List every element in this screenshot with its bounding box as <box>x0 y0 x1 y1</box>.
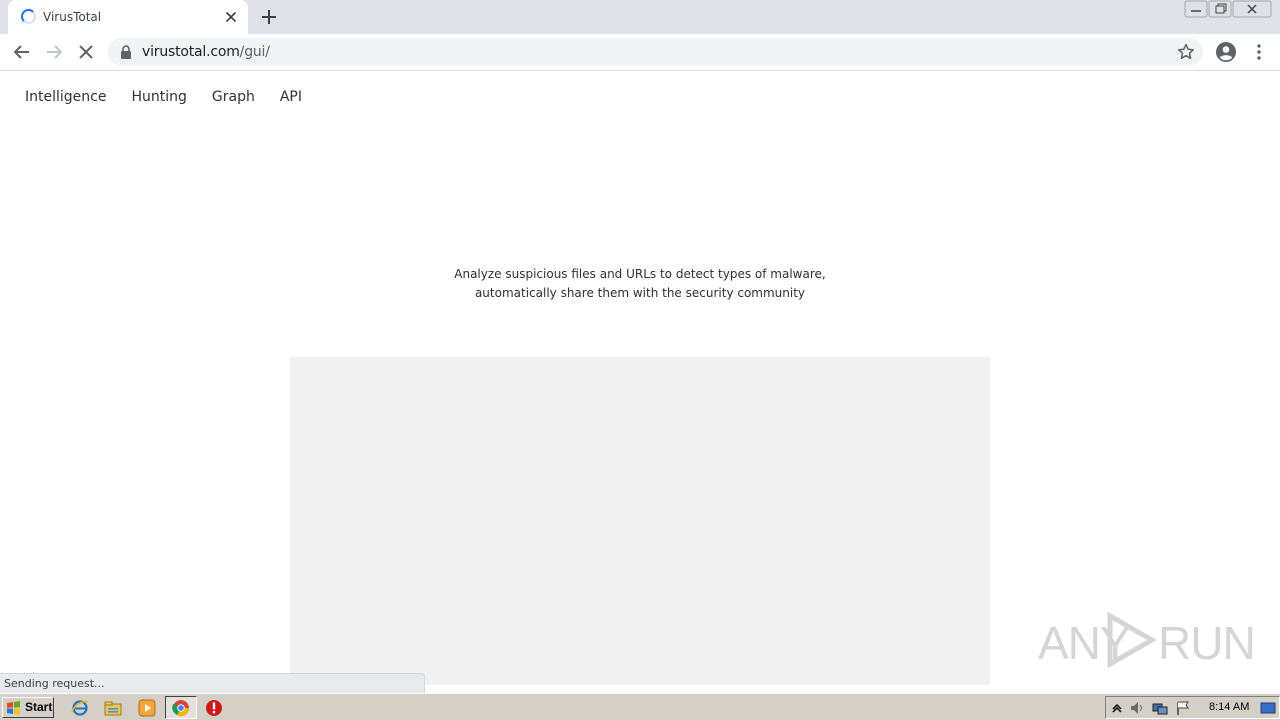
minimize-icon[interactable] <box>1184 0 1208 18</box>
url-host: virustotal.com <box>142 44 240 60</box>
show-desktop-icon[interactable] <box>1260 700 1276 716</box>
forward-arrow-icon[interactable] <box>42 40 66 64</box>
nav-hunting[interactable]: Hunting <box>131 89 186 105</box>
system-tray: 8:14 AM <box>1105 696 1280 719</box>
taskbar-chrome-task[interactable] <box>165 696 197 719</box>
windows-flag-icon <box>7 701 20 715</box>
nav-graph[interactable]: Graph <box>212 89 255 105</box>
status-bubble: Sending request... <box>0 673 425 693</box>
ie-icon[interactable] <box>71 699 89 717</box>
action-center-flag-icon[interactable] <box>1175 700 1191 716</box>
loading-placeholder-panel <box>290 357 990 685</box>
tab-strip: VirusTotal <box>0 0 1280 34</box>
network-icon[interactable] <box>1152 700 1168 716</box>
clock[interactable]: 8:14 AM <box>1209 701 1249 713</box>
watermark-right-text: RUN <box>1158 617 1256 669</box>
url-text: virustotal.com/gui/ <box>142 44 270 60</box>
close-icon[interactable] <box>222 8 240 26</box>
close-window-icon[interactable] <box>1232 0 1272 18</box>
tab-title: VirusTotal <box>43 10 102 24</box>
account-icon[interactable] <box>1214 40 1238 64</box>
watermark-logo: ANY RUN <box>1038 608 1256 670</box>
stop-sign-icon[interactable] <box>205 699 223 717</box>
back-arrow-icon[interactable] <box>10 40 34 64</box>
address-bar[interactable]: virustotal.com/gui/ <box>108 38 1203 66</box>
page-content: Intelligence Hunting Graph API Analyze s… <box>0 72 1280 692</box>
browser-tab[interactable]: VirusTotal <box>8 0 248 34</box>
show-hidden-icons-icon[interactable] <box>1109 700 1125 716</box>
start-button[interactable]: Start <box>2 697 54 718</box>
tagline-line-1: Analyze suspicious files and URLs to det… <box>454 267 826 281</box>
lock-icon <box>121 45 131 59</box>
url-path: /gui/ <box>239 44 270 60</box>
explorer-icon[interactable] <box>104 699 122 717</box>
loading-spinner-icon <box>21 9 36 24</box>
stop-icon[interactable] <box>74 40 98 64</box>
volume-icon[interactable] <box>1129 700 1145 716</box>
star-icon[interactable] <box>1176 42 1196 62</box>
restore-icon[interactable] <box>1208 0 1232 18</box>
start-label: Start <box>25 700 53 714</box>
tagline: Analyze suspicious files and URLs to det… <box>0 265 1280 303</box>
kebab-menu-icon[interactable] <box>1247 40 1271 64</box>
tagline-line-2: automatically share them with the securi… <box>474 286 806 300</box>
play-icon <box>1107 612 1158 668</box>
nav-intelligence[interactable]: Intelligence <box>25 89 106 105</box>
taskbar: Start 8:14 AM <box>0 693 1280 720</box>
nav-api[interactable]: API <box>280 89 302 105</box>
top-nav: Intelligence Hunting Graph API <box>25 89 327 105</box>
chrome-icon <box>172 700 189 716</box>
plus-icon[interactable] <box>258 6 280 28</box>
browser-toolbar: virustotal.com/gui/ <box>0 34 1280 71</box>
media-player-icon[interactable] <box>138 699 156 717</box>
